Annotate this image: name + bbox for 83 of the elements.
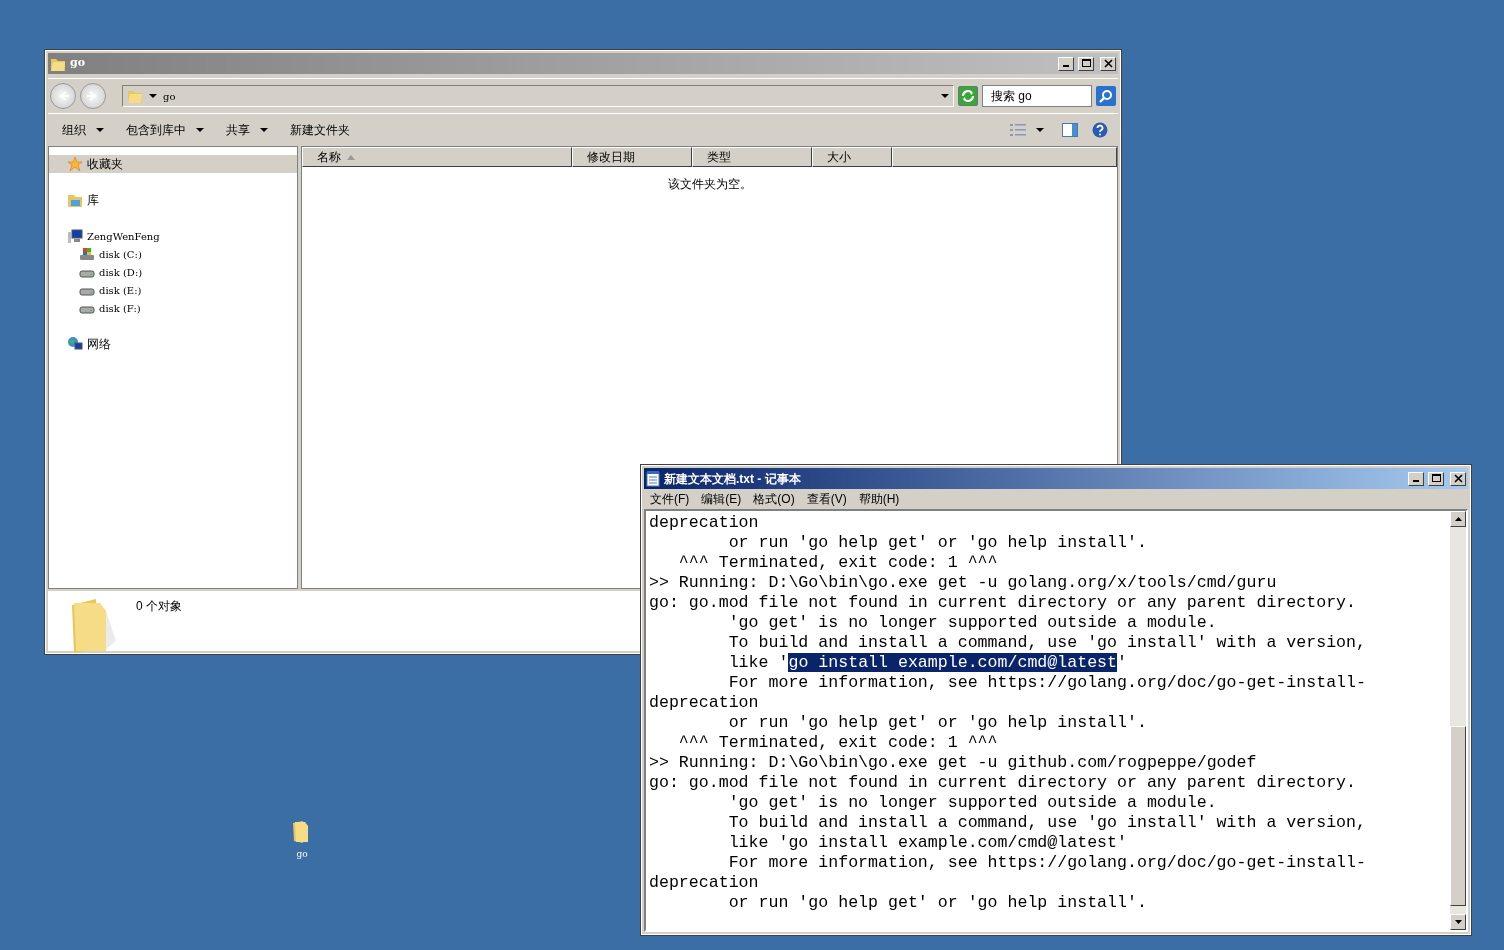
text-line: go: go.mod file not found in current directory or any parent directory. <box>649 773 1357 793</box>
help-icon <box>1092 122 1108 138</box>
close-button[interactable] <box>1100 56 1116 71</box>
list-view-icon <box>1010 123 1026 137</box>
text-line: deprecation <box>649 513 760 533</box>
scrollbar[interactable] <box>1450 511 1466 930</box>
nav-item[interactable]: 网络 <box>49 335 297 353</box>
toolbar-button[interactable]: 包含到库中 <box>118 119 212 141</box>
close-icon <box>1453 474 1463 483</box>
menu-item[interactable]: 编辑(E) <box>701 490 742 508</box>
text-line: To build and install a command, use 'go install' with a version, <box>727 813 1367 833</box>
text-line: deprecation <box>649 693 760 713</box>
caret-icon <box>149 94 157 98</box>
library-icon <box>67 192 83 208</box>
text-line: or run 'go help get' or 'go help install'. <box>727 533 1148 553</box>
maximize-icon <box>1431 474 1441 483</box>
column-header[interactable]: 大小 <box>812 147 892 167</box>
text-line: deprecation <box>649 873 760 893</box>
nav-item[interactable]: 收藏夹 <box>49 155 297 173</box>
search-button[interactable] <box>1096 86 1116 106</box>
maximize-button[interactable] <box>1078 56 1094 71</box>
nav-item[interactable]: 库 <box>49 191 297 209</box>
text-line: 'go get' is no longer supported outside a module. <box>727 613 1218 633</box>
nav-item[interactable]: disk (E:) <box>49 281 297 299</box>
search-icon <box>1099 89 1113 103</box>
maximize-button[interactable] <box>1428 471 1444 486</box>
toolbar-button[interactable]: 新建文件夹 <box>282 119 358 141</box>
toolbar-button[interactable]: 组织 <box>54 119 112 141</box>
caret-icon <box>1036 128 1044 132</box>
scroll-down-button[interactable] <box>1450 914 1466 930</box>
refresh-button[interactable] <box>958 86 978 106</box>
nav-item[interactable]: disk (C:) <box>49 245 297 263</box>
maximize-icon <box>1081 59 1091 68</box>
computer-icon <box>67 228 83 244</box>
minimize-button[interactable] <box>1408 471 1424 486</box>
menu-item[interactable]: 格式(O) <box>753 490 795 508</box>
star-icon <box>67 156 83 172</box>
text-line: go: go.mod file not found in current directory or any parent directory. <box>649 593 1357 613</box>
drive-icon <box>79 246 95 262</box>
text-line: or run 'go help get' or 'go help install'. <box>727 893 1148 913</box>
network-icon <box>67 336 83 352</box>
pane-icon <box>1062 123 1078 137</box>
nav-item[interactable]: disk (D:) <box>49 263 297 281</box>
nav-item[interactable]: disk (F:) <box>49 299 297 317</box>
up-arrow-icon <box>1454 517 1462 521</box>
text-line: 'go get' is no longer supported outside a module. <box>727 793 1218 813</box>
back-button[interactable] <box>50 83 76 109</box>
text-line: ^^^ Terminated, exit code: 1 ^^^ <box>677 733 999 753</box>
down-arrow-icon <box>1454 920 1462 924</box>
forward-button[interactable] <box>80 83 106 109</box>
text-line: >> Running: D:\Go\bin\go.exe get -u golang.org/x/tools/cmd/guru <box>649 573 1278 593</box>
minimize-button[interactable] <box>1058 56 1074 71</box>
text-line: ^^^ Terminated, exit code: 1 ^^^ <box>677 553 999 573</box>
text-line: To build and install a command, use 'go install' with a version, <box>727 633 1367 653</box>
folder-icon <box>127 88 143 104</box>
close-icon <box>1103 59 1113 68</box>
window-title: 新建文本文档.txt - 记事本 <box>664 470 802 488</box>
item-count: 0 个对象 <box>136 598 182 615</box>
refresh-icon <box>961 89 975 103</box>
text-line: like 'go install example.com/cmd@latest' <box>727 833 1128 853</box>
text-line: For more information, see https://golang.org/doc/go-get-install- <box>727 853 1367 873</box>
text-line: or run 'go help get' or 'go help install'. <box>727 713 1148 733</box>
text-line: >> Running: D:\Go\bin\go.exe get -u github.com/rogpeppe/godef <box>649 753 1258 773</box>
menu-item[interactable]: 文件(F) <box>650 490 690 508</box>
address-bar[interactable]: go <box>122 85 954 107</box>
notepad-icon <box>646 470 660 487</box>
caret-icon <box>941 94 949 98</box>
empty-folder-message: 该文件夹为空。 <box>666 176 753 193</box>
menu-item[interactable]: 帮助(H) <box>858 490 900 508</box>
scroll-up-button[interactable] <box>1450 511 1466 527</box>
column-header[interactable]: 修改日期 <box>572 147 692 167</box>
nav-item[interactable]: ZengWenFeng <box>49 227 297 245</box>
column-header[interactable]: 类型 <box>692 147 812 167</box>
text-line: For more information, see https://golang.org/doc/go-get-install- <box>727 673 1367 693</box>
column-header[interactable]: 名称 <box>302 147 572 167</box>
breadcrumb-item[interactable]: go <box>163 88 935 104</box>
desktop-icon-label[interactable]: go <box>296 848 308 862</box>
window-title: go <box>70 55 87 72</box>
search-field[interactable]: 搜索 go <box>982 85 1092 107</box>
toolbar-button[interactable]: 共享 <box>218 119 276 141</box>
scrollbar-thumb[interactable] <box>1450 726 1466 906</box>
menu-item[interactable]: 查看(V) <box>806 490 847 508</box>
close-button[interactable] <box>1450 471 1466 486</box>
